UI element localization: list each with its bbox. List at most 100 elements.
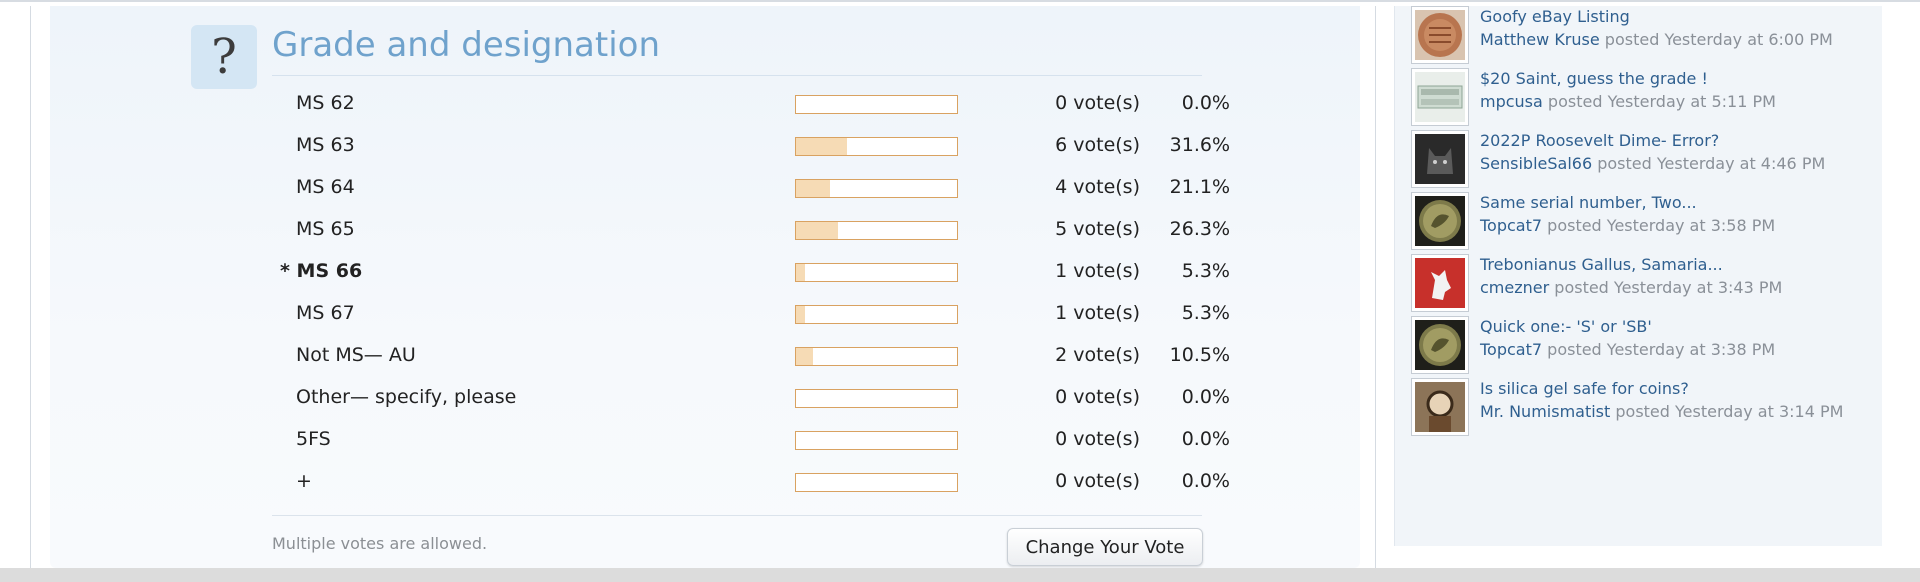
poll-option-row: MS 62 0 vote(s) 0.0% xyxy=(270,86,1230,128)
recent-threads-sidebar: Goofy eBay Listing Matthew Kruse posted Y… xyxy=(1394,6,1882,546)
vote-bar-fill xyxy=(796,348,813,365)
author-link[interactable]: SensibleSal66 xyxy=(1480,154,1592,173)
vote-percent: 5.3% xyxy=(1181,302,1230,324)
option-label: Other— specify, please xyxy=(296,386,517,408)
vote-count: 0 vote(s) xyxy=(1055,470,1140,492)
thread-meta: Topcat7 posted Yesterday at 3:58 PM xyxy=(1480,216,1775,235)
red-lion-crest-thumb[interactable] xyxy=(1411,254,1469,312)
option-label: 5FS xyxy=(296,428,331,450)
vote-bar-fill xyxy=(796,306,805,323)
vote-percent: 0.0% xyxy=(1181,428,1230,450)
posted-time: posted Yesterday at 4:46 PM xyxy=(1597,154,1826,173)
divider xyxy=(272,515,1202,516)
poll-option-row: MS 67 1 vote(s) 5.3% xyxy=(270,296,1230,338)
vote-count: 6 vote(s) xyxy=(1055,134,1140,156)
poll-option-row: * MS 66 1 vote(s) 5.3% xyxy=(270,254,1230,296)
thread-list-item: Trebonianus Gallus, Samaria... cmezner po… xyxy=(1411,254,1881,318)
poll-option-row: 5FS 0 vote(s) 0.0% xyxy=(270,422,1230,464)
thread-meta: SensibleSal66 posted Yesterday at 4:46 P… xyxy=(1480,154,1825,173)
vote-bar xyxy=(795,263,958,282)
vote-count: 4 vote(s) xyxy=(1055,176,1140,198)
author-link[interactable]: mpcusa xyxy=(1480,92,1543,111)
ancient-coin-thumb[interactable] xyxy=(1411,316,1469,374)
thread-list-item: Quick one:- 'S' or 'SB' Topcat7 posted Ye… xyxy=(1411,316,1881,380)
poll-option-row: MS 65 5 vote(s) 26.3% xyxy=(270,212,1230,254)
thread-title-link[interactable]: Same serial number, Two... xyxy=(1480,193,1697,212)
vote-count: 1 vote(s) xyxy=(1055,302,1140,324)
vote-bar xyxy=(795,221,958,240)
vote-bar xyxy=(795,179,958,198)
vote-count: 0 vote(s) xyxy=(1055,428,1140,450)
multiple-votes-note: Multiple votes are allowed. xyxy=(272,534,488,553)
vote-percent: 5.3% xyxy=(1181,260,1230,282)
vote-count: 5 vote(s) xyxy=(1055,218,1140,240)
vote-bar xyxy=(795,389,958,408)
poll-title: Grade and designation xyxy=(272,24,1202,76)
vote-percent: 0.0% xyxy=(1181,92,1230,114)
thread-meta: Mr. Numismatist posted Yesterday at 3:14… xyxy=(1480,402,1843,421)
thread-list-item: Goofy eBay Listing Matthew Kruse posted Y… xyxy=(1411,6,1881,70)
author-link[interactable]: cmezner xyxy=(1480,278,1549,297)
author-link[interactable]: Mr. Numismatist xyxy=(1480,402,1610,421)
vote-count: 0 vote(s) xyxy=(1055,92,1140,114)
vote-bar-fill xyxy=(796,138,847,155)
thread-meta: Topcat7 posted Yesterday at 3:38 PM xyxy=(1480,340,1775,359)
thread-list-item: Same serial number, Two... Topcat7 posted… xyxy=(1411,192,1881,256)
vote-bar-fill xyxy=(796,180,830,197)
thread-title-link[interactable]: Trebonianus Gallus, Samaria... xyxy=(1480,255,1723,274)
thread-title-link[interactable]: 2022P Roosevelt Dime- Error? xyxy=(1480,131,1719,150)
question-mark-icon: ? xyxy=(191,25,257,89)
thread-list-item: $20 Saint, guess the grade ! mpcusa poste… xyxy=(1411,68,1881,132)
thread-meta: mpcusa posted Yesterday at 5:11 PM xyxy=(1480,92,1776,111)
vote-percent: 26.3% xyxy=(1169,218,1230,240)
option-label: Not MS— AU xyxy=(296,344,416,366)
option-label: MS 64 xyxy=(296,176,355,198)
posted-time: posted Yesterday at 3:58 PM xyxy=(1547,216,1776,235)
posted-time: posted Yesterday at 3:43 PM xyxy=(1554,278,1783,297)
poll-option-row: Other— specify, please 0 vote(s) 0.0% xyxy=(270,380,1230,422)
person-magnifier-thumb[interactable] xyxy=(1411,378,1469,436)
posted-time: posted Yesterday at 3:14 PM xyxy=(1615,402,1844,421)
vote-percent: 31.6% xyxy=(1169,134,1230,156)
thread-title-link[interactable]: Quick one:- 'S' or 'SB' xyxy=(1480,317,1652,336)
change-vote-button[interactable]: Change Your Vote xyxy=(1007,528,1203,566)
posted-time: posted Yesterday at 5:11 PM xyxy=(1547,92,1776,111)
vote-bar xyxy=(795,473,958,492)
thread-list-item: 2022P Roosevelt Dime- Error? SensibleSal6… xyxy=(1411,130,1881,194)
ancient-coin-thumb[interactable] xyxy=(1411,192,1469,250)
option-label: MS 67 xyxy=(296,302,355,324)
poll-option-row: MS 63 6 vote(s) 31.6% xyxy=(270,128,1230,170)
banknote-thumb[interactable] xyxy=(1411,68,1469,126)
vote-bar xyxy=(795,95,958,114)
option-label: MS 63 xyxy=(296,134,355,156)
dark-cat-thumb[interactable] xyxy=(1411,130,1469,188)
vote-percent: 21.1% xyxy=(1169,176,1230,198)
option-label: MS 62 xyxy=(296,92,355,114)
thread-title-link[interactable]: Is silica gel safe for coins? xyxy=(1480,379,1689,398)
author-link[interactable]: Topcat7 xyxy=(1480,216,1542,235)
vote-count: 2 vote(s) xyxy=(1055,344,1140,366)
vote-bar xyxy=(795,137,958,156)
bottom-edge xyxy=(0,568,1920,582)
posted-time: posted Yesterday at 6:00 PM xyxy=(1604,30,1833,49)
vote-percent: 0.0% xyxy=(1181,470,1230,492)
thread-meta: cmezner posted Yesterday at 3:43 PM xyxy=(1480,278,1782,297)
thread-meta: Matthew Kruse posted Yesterday at 6:00 P… xyxy=(1480,30,1833,49)
vote-count: 1 vote(s) xyxy=(1055,260,1140,282)
option-label: + xyxy=(296,470,312,492)
vote-bar xyxy=(795,305,958,324)
thread-list-item: Is silica gel safe for coins? Mr. Numisma… xyxy=(1411,378,1881,442)
vote-bar-fill xyxy=(796,264,805,281)
thread-title-link[interactable]: Goofy eBay Listing xyxy=(1480,7,1630,26)
option-label: * MS 66 xyxy=(280,260,363,282)
poll-option-row: +0 vote(s) 0.0% xyxy=(270,464,1230,506)
vote-percent: 0.0% xyxy=(1181,386,1230,408)
thread-title-link[interactable]: $20 Saint, guess the grade ! xyxy=(1480,69,1708,88)
canada-coin-thumb[interactable] xyxy=(1411,6,1469,64)
vote-bar-fill xyxy=(796,222,839,239)
option-label: MS 65 xyxy=(296,218,355,240)
vote-bar xyxy=(795,431,958,450)
author-link[interactable]: Matthew Kruse xyxy=(1480,30,1600,49)
author-link[interactable]: Topcat7 xyxy=(1480,340,1542,359)
posted-time: posted Yesterday at 3:38 PM xyxy=(1547,340,1776,359)
